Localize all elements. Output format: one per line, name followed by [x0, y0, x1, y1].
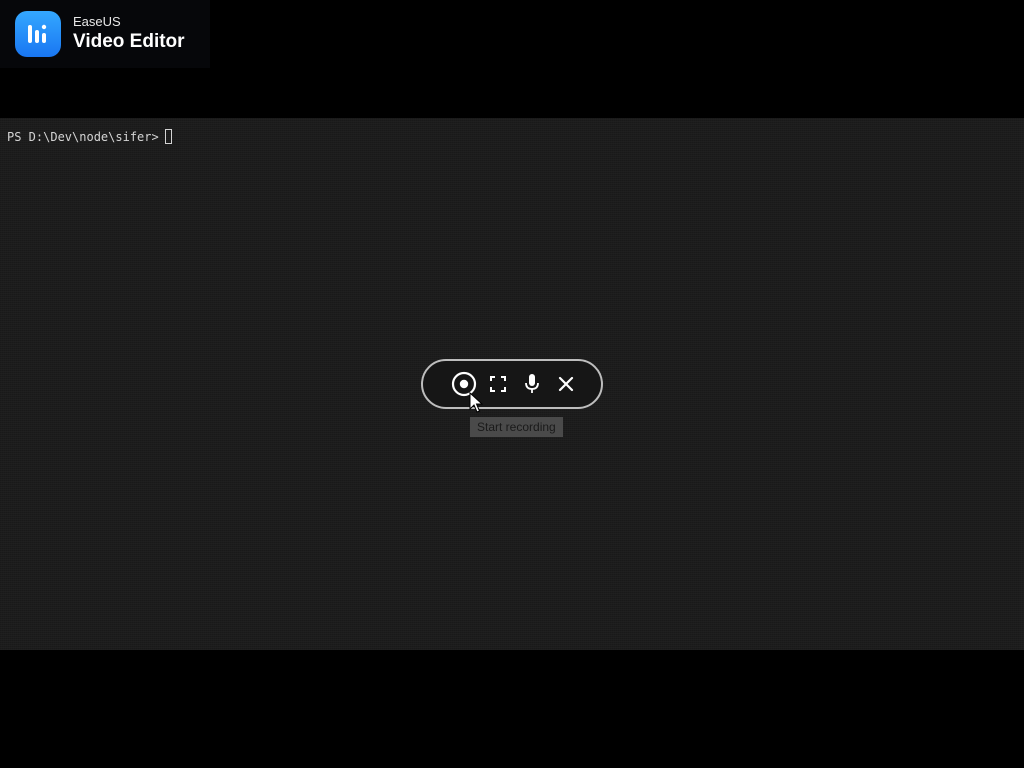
watermark-product: Video Editor — [73, 31, 185, 53]
record-tooltip: Start recording — [470, 417, 563, 437]
microphone-icon — [523, 373, 541, 395]
watermark-text: EaseUS Video Editor — [73, 13, 185, 53]
recording-toolbar — [421, 359, 603, 409]
fullscreen-button[interactable] — [481, 367, 515, 401]
audio-bars-logo-icon — [15, 11, 61, 57]
terminal-prompt: PS D:\Dev\node\sifer> — [7, 129, 159, 144]
fullscreen-icon — [489, 375, 507, 393]
screen-recording-stage: EaseUS Video Editor PS D:\Dev\node\sifer… — [0, 0, 1024, 768]
close-icon — [558, 376, 574, 392]
text-cursor-icon — [164, 129, 172, 144]
microphone-button[interactable] — [515, 367, 549, 401]
close-button[interactable] — [549, 367, 583, 401]
mouse-pointer-icon — [469, 391, 484, 418]
watermark-brand: EaseUS — [73, 13, 121, 29]
terminal-prompt-line: PS D:\Dev\node\sifer> — [7, 129, 172, 144]
app-watermark: EaseUS Video Editor — [0, 0, 210, 68]
